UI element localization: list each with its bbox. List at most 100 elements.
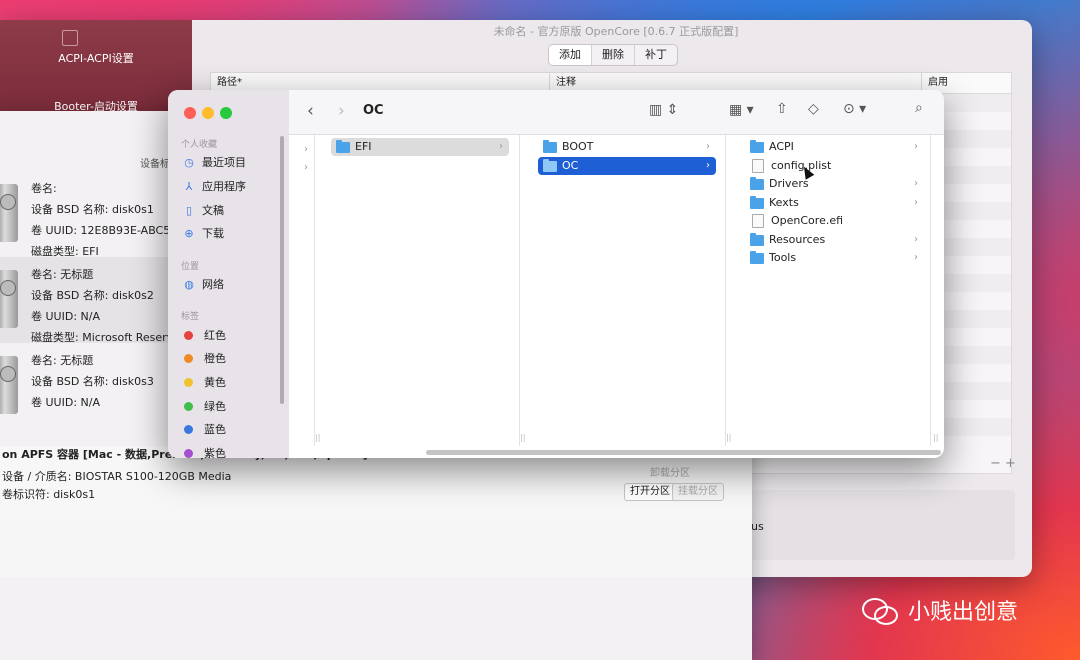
- sidebar-item-label: 文稿: [202, 204, 224, 217]
- chevron-right-icon: ›: [304, 162, 308, 173]
- chevron-right-icon: ›: [914, 234, 918, 245]
- list-item[interactable]: Drivers ›: [750, 175, 924, 193]
- config-sidebar: ACPI-ACPI设置 Booter-启动设置: [0, 20, 192, 113]
- sidebar-item-recents[interactable]: ◷ 最近项目: [182, 154, 246, 170]
- group-icon[interactable]: ▦ ▾: [729, 102, 754, 118]
- chevron-right-icon: ›: [914, 197, 918, 208]
- tag-label: 绿色: [204, 400, 226, 413]
- list-item[interactable]: OC ›: [538, 157, 716, 175]
- disk-item-disk0s2[interactable]: 卷名: 无标题 设备 BSD 名称: disk0s2 卷 UUID: N/A 磁…: [0, 257, 180, 344]
- sidebar-tag-yellow[interactable]: 黄色: [182, 374, 226, 390]
- folder-icon: [750, 139, 764, 153]
- watermark: 小贱出创意: [862, 594, 1018, 626]
- tag-icon[interactable]: ◇: [808, 101, 819, 117]
- forward-icon[interactable]: ›: [338, 101, 345, 121]
- column-resize-handle[interactable]: ||: [933, 433, 938, 442]
- volume-uuid: 卷 UUID: N/A: [31, 396, 100, 409]
- sidebar-item-label: 下载: [202, 227, 224, 240]
- column-view-icon[interactable]: ▥ ⇕: [649, 102, 678, 118]
- minimize-button[interactable]: [202, 107, 214, 119]
- tab-delete[interactable]: 删除: [592, 45, 635, 65]
- sidebar-item-acpi[interactable]: ACPI-ACPI设置: [0, 50, 192, 66]
- mount-partition-button[interactable]: 挂载分区: [672, 483, 724, 501]
- sidebar-item-label: 最近项目: [202, 156, 246, 169]
- item-name: ACPI: [769, 140, 794, 153]
- add-remove-buttons[interactable]: − +: [990, 456, 1016, 471]
- sidebar-tag-red[interactable]: 红色: [182, 327, 226, 343]
- sidebar-item-label: 网络: [202, 278, 224, 291]
- chevron-right-icon: ›: [706, 160, 710, 171]
- folder-icon: [543, 158, 557, 172]
- sidebar-tag-purple[interactable]: 紫色: [182, 445, 226, 458]
- folder-icon: [336, 139, 350, 153]
- column-resize-handle[interactable]: ||: [520, 433, 525, 442]
- finder-toolbar: ‹ › OC ▥ ⇕ ▦ ▾ ⇧ ◇ ⊙ ▾ ⌕: [289, 90, 944, 135]
- chevron-right-icon: ›: [706, 141, 710, 152]
- horizontal-scrollbar[interactable]: [426, 450, 941, 455]
- back-icon[interactable]: ‹: [307, 101, 314, 121]
- search-icon[interactable]: ⌕: [915, 100, 923, 116]
- device-header-label: 设备标: [140, 159, 170, 170]
- folder-icon: [750, 250, 764, 264]
- close-button[interactable]: [184, 107, 196, 119]
- bottom-pane: [0, 521, 752, 577]
- bsd-name: 设备 BSD 名称: disk0s1: [31, 203, 154, 216]
- list-item[interactable]: EFI ›: [331, 138, 509, 156]
- list-item[interactable]: Tools ›: [750, 249, 924, 267]
- list-item[interactable]: OpenCore.efi: [750, 212, 924, 230]
- share-icon[interactable]: ⇧: [776, 101, 788, 117]
- tag-dot: [184, 424, 193, 434]
- column-efi-contents: BOOT › OC ›: [520, 135, 725, 446]
- folder-icon: [750, 176, 764, 190]
- volume-name: 卷名: 无标题: [31, 268, 94, 281]
- item-name: Tools: [769, 251, 797, 264]
- column-resize-handle[interactable]: ||: [315, 433, 320, 442]
- sidebar-item-network[interactable]: ◍ 网络: [182, 276, 224, 292]
- tags-header: 标签: [181, 312, 200, 322]
- tab-add[interactable]: 添加: [549, 45, 592, 65]
- item-name: OpenCore.efi: [771, 214, 844, 227]
- tab-patch[interactable]: 补丁: [635, 45, 677, 65]
- disk-item-disk0s1[interactable]: 卷名: 设备 BSD 名称: disk0s1 卷 UUID: 12E8B93E-…: [0, 171, 174, 258]
- unmount-button[interactable]: 卸载分区: [650, 464, 690, 479]
- item-name: BOOT: [562, 140, 594, 153]
- watermark-text: 小贱出创意: [908, 600, 1019, 625]
- sidebar-scrollbar[interactable]: [280, 136, 284, 404]
- apps-icon: ⅄: [185, 179, 193, 193]
- clock-icon: ◷: [184, 155, 194, 169]
- sidebar-item-downloads[interactable]: ⊕ 下载: [182, 225, 224, 241]
- list-item[interactable]: config.plist: [750, 157, 924, 175]
- volume-uuid: 卷 UUID: N/A: [31, 310, 100, 323]
- zoom-button[interactable]: [220, 107, 232, 119]
- sidebar-tag-orange[interactable]: 橙色: [182, 350, 226, 366]
- sidebar-tag-blue[interactable]: 蓝色: [182, 421, 226, 437]
- column-efi: EFI ›: [315, 135, 519, 446]
- more-actions-icon[interactable]: ⊙ ▾: [843, 101, 866, 117]
- column-parent: › ›: [289, 135, 314, 446]
- tag-dot: [184, 377, 193, 387]
- folder-icon: [543, 139, 557, 153]
- document-icon: ▯: [185, 203, 193, 217]
- item-name: Resources: [769, 233, 826, 246]
- finder-window: 个人收藏 ◷ 最近项目 ⅄ 应用程序 ▯ 文稿 ⊕ 下载 位置 ◍ 网络 标签 红色 橙色…: [168, 90, 944, 458]
- disk-item-disk0s3[interactable]: 卷名: 无标题 设备 BSD 名称: disk0s3 卷 UUID: N/A: [0, 343, 170, 429]
- list-item[interactable]: Resources ›: [750, 231, 924, 249]
- section-tabs: 添加 删除 补丁: [548, 44, 678, 66]
- disk-icon: [0, 356, 18, 414]
- column-resize-handle[interactable]: ||: [726, 433, 731, 442]
- volume-identifier: 卷标识符: disk0s1: [2, 488, 96, 501]
- bsd-name: 设备 BSD 名称: disk0s3: [31, 375, 154, 388]
- chevron-right-icon: ›: [914, 141, 918, 152]
- sidebar-item-applications[interactable]: ⅄ 应用程序: [182, 178, 246, 194]
- download-icon: ⊕: [184, 226, 194, 240]
- item-name: Kexts: [769, 196, 799, 209]
- favorites-header: 个人收藏: [181, 140, 218, 150]
- sidebar-tag-green[interactable]: 绿色: [182, 398, 226, 414]
- acpi-icon: [62, 30, 78, 46]
- list-item[interactable]: Kexts ›: [750, 194, 924, 212]
- list-item[interactable]: BOOT ›: [538, 138, 716, 156]
- sidebar-item-documents[interactable]: ▯ 文稿: [182, 202, 224, 218]
- open-partition-button[interactable]: 打开分区: [624, 483, 676, 501]
- list-item[interactable]: ACPI ›: [750, 138, 924, 156]
- item-name: EFI: [355, 140, 372, 153]
